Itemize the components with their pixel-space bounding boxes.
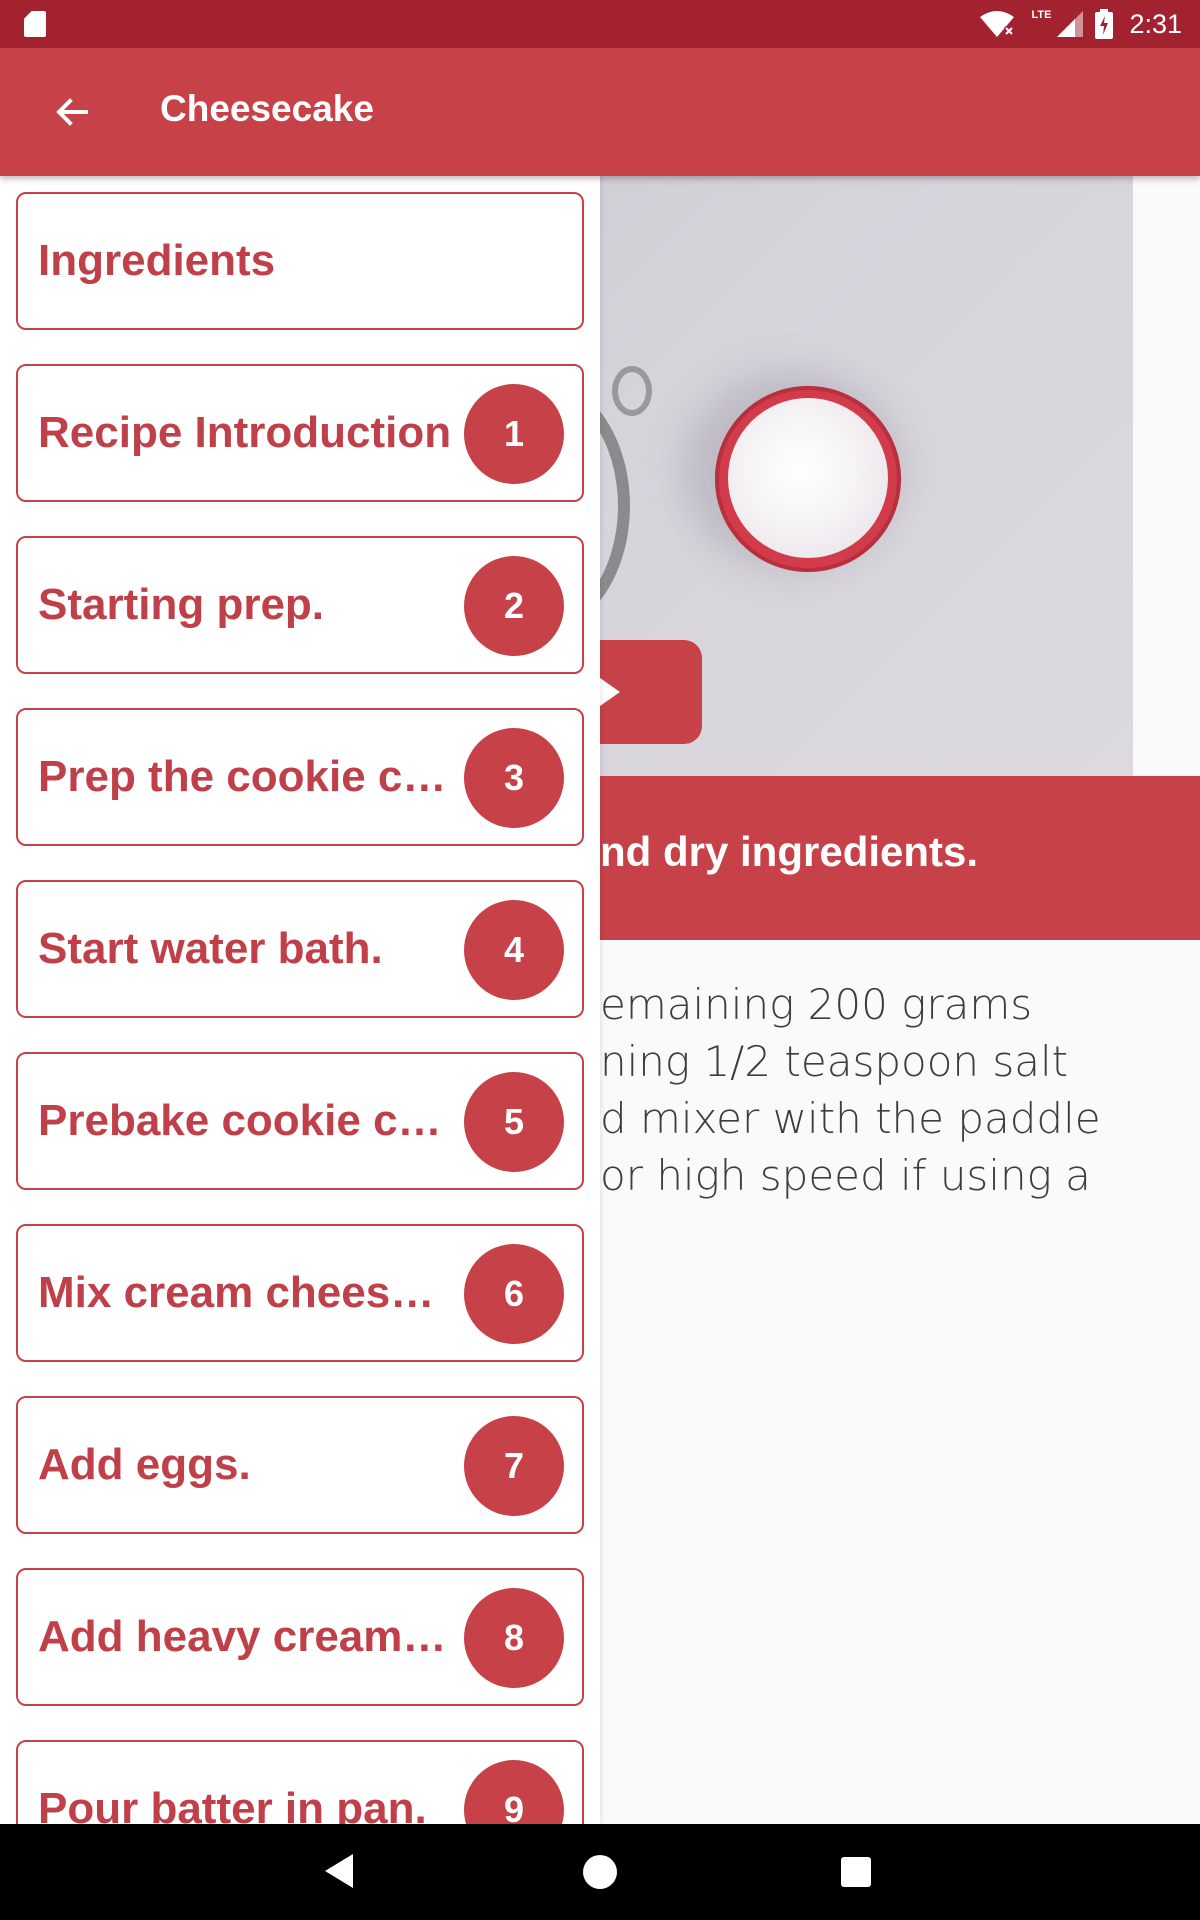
step-card[interactable]: Start water bath. 4	[16, 880, 584, 1018]
step-number-badge: 2	[464, 556, 564, 656]
step-card[interactable]: Add heavy cream and vanilla. 8	[16, 1568, 584, 1706]
step-card[interactable]: Mix cream cheese and dry ingredients. 6	[16, 1224, 584, 1362]
step-label: Add heavy cream and vanilla.	[38, 1612, 458, 1661]
step-number-badge: 6	[464, 1244, 564, 1344]
step-label: Starting prep.	[38, 580, 325, 629]
sd-card-icon	[24, 11, 46, 37]
step-card[interactable]: Prep the cookie crust. 3	[16, 708, 584, 846]
step-description: emaining 200 grams ning 1/2 teaspoon sal…	[600, 976, 1200, 1204]
step-card[interactable]: Prebake cookie crust. 5	[16, 1052, 584, 1190]
wifi-icon	[980, 11, 1015, 37]
step-card[interactable]: Pour batter in pan. 9	[16, 1740, 584, 1824]
step-list[interactable]: Ingredients Recipe Introduction 1 Starti…	[0, 176, 600, 1824]
step-number-badge: 4	[464, 900, 564, 1000]
signal-icon	[1057, 11, 1084, 37]
network-type: LTE	[1031, 9, 1052, 21]
nav-home-icon[interactable]	[583, 1855, 617, 1889]
navigation-bar	[0, 1824, 1200, 1920]
step-number-badge: 5	[464, 1072, 564, 1172]
step-label: Mix cream cheese and dry ingredients.	[38, 1268, 458, 1317]
description-line: or high speed if using a	[600, 1151, 1091, 1200]
step-label: Prebake cookie crust.	[38, 1096, 458, 1145]
step-label: Prep the cookie crust.	[38, 752, 458, 801]
step-card[interactable]: Starting prep. 2	[16, 536, 584, 674]
step-number-badge: 9	[464, 1760, 564, 1824]
arrow-back-icon[interactable]	[50, 90, 94, 134]
play-icon[interactable]	[600, 678, 620, 706]
description-line: d mixer with the paddle	[600, 1094, 1101, 1143]
nav-back-icon[interactable]	[325, 1854, 353, 1888]
step-number-badge: 3	[464, 728, 564, 828]
app-bar: Cheesecake	[0, 48, 1200, 176]
nav-recents-icon[interactable]	[841, 1857, 871, 1887]
page-title: Cheesecake	[160, 88, 374, 129]
description-line: emaining 200 grams	[600, 980, 1033, 1029]
description-line: ning 1/2 teaspoon salt	[600, 1037, 1069, 1086]
battery-charging-icon	[1095, 9, 1114, 39]
step-card-ingredients[interactable]: Ingredients	[16, 192, 584, 330]
step-label: Add eggs.	[38, 1440, 251, 1489]
step-label: Start water bath.	[38, 924, 383, 973]
mixer-handle-image	[612, 366, 652, 416]
step-number-badge: 7	[464, 1416, 564, 1516]
step-title: nd dry ingredients.	[600, 828, 979, 875]
step-label: Ingredients	[38, 236, 276, 285]
status-time: 2:31	[1129, 8, 1182, 39]
step-number-badge: 8	[464, 1588, 564, 1688]
step-card[interactable]: Recipe Introduction 1	[16, 364, 584, 502]
step-card[interactable]: Add eggs. 7	[16, 1396, 584, 1534]
step-number-badge: 1	[464, 384, 564, 484]
step-label: Recipe Introduction	[38, 408, 452, 457]
step-label: Pour batter in pan.	[38, 1784, 427, 1824]
status-bar: LTE 2:31	[0, 0, 1200, 48]
